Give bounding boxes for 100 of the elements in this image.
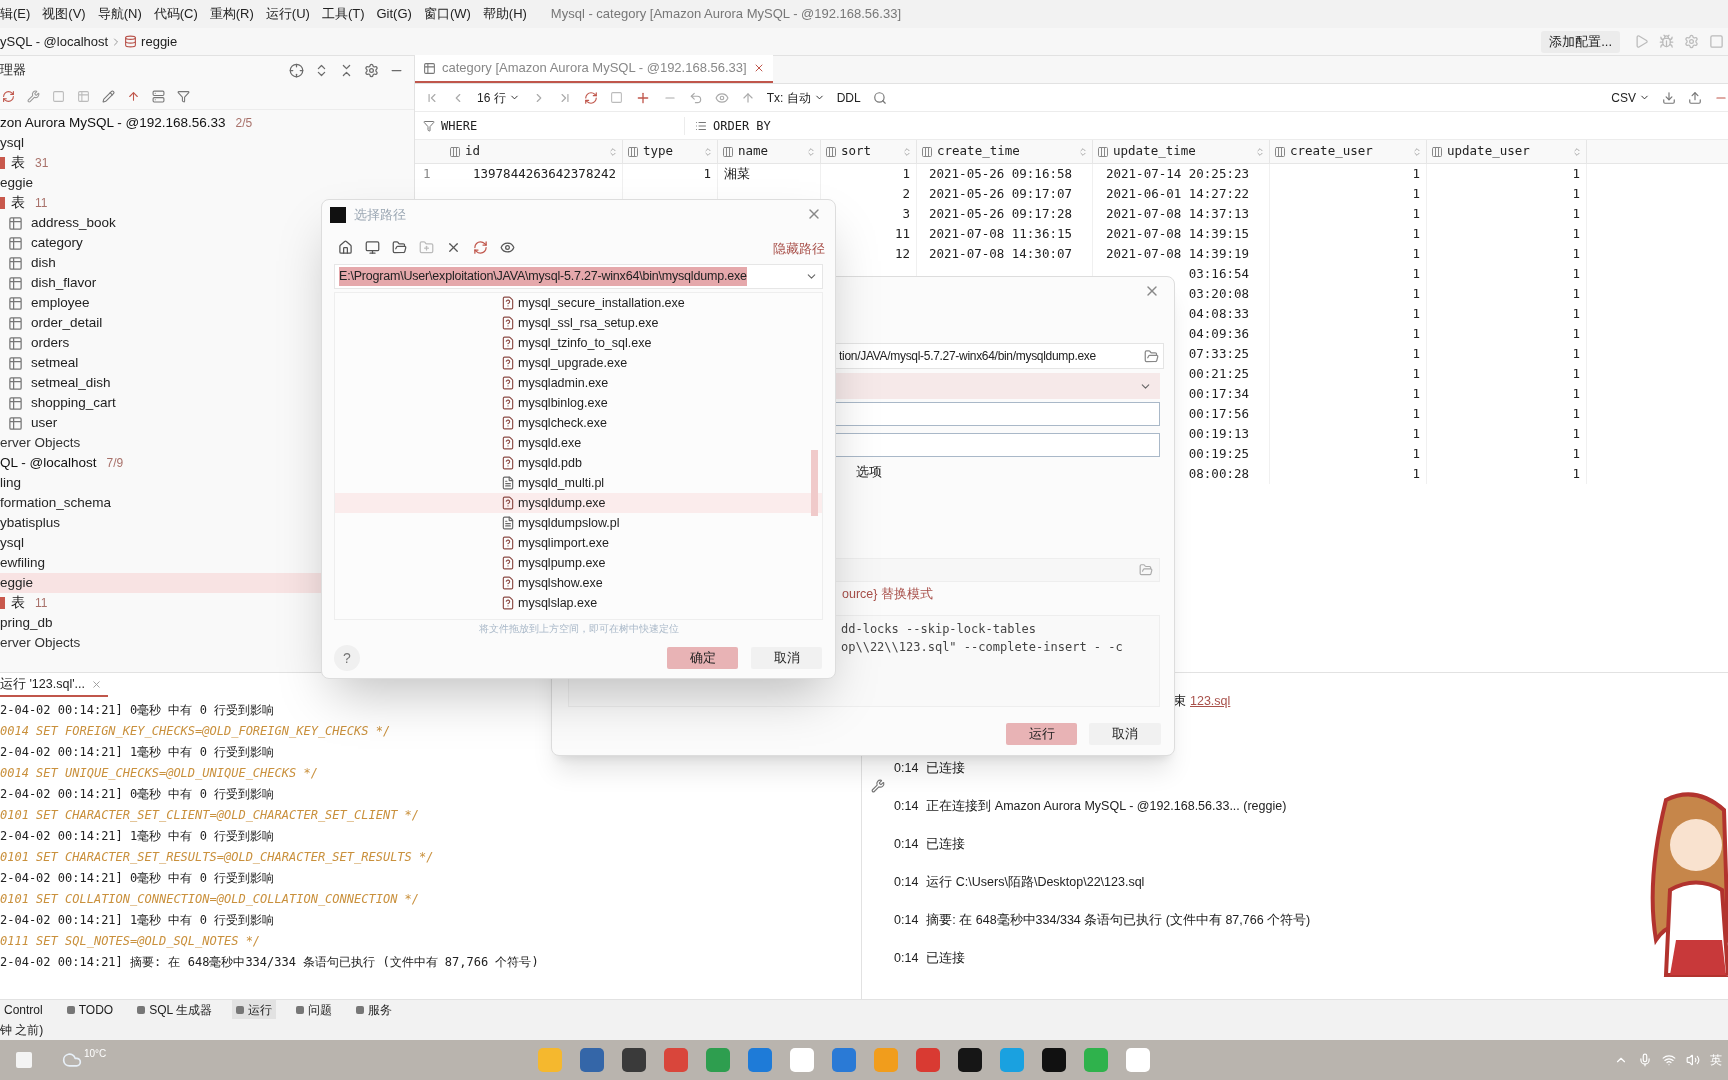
column-header[interactable]: update_user [1427, 139, 1587, 164]
refresh-icon[interactable] [583, 90, 598, 105]
wrench-icon[interactable] [871, 779, 885, 793]
settings-icon[interactable] [364, 62, 379, 78]
app-icon[interactable] [622, 1048, 647, 1072]
tool-window-tab[interactable]: 运行 [232, 999, 277, 1020]
file-item[interactable]: mysqld_multi.pl [335, 473, 822, 493]
file-item[interactable]: mysqld.exe [335, 433, 822, 453]
tool-window-tab[interactable]: 问题 [292, 999, 337, 1020]
new-folder-icon[interactable] [419, 240, 434, 255]
menu-item[interactable]: 工具(T) [321, 4, 365, 24]
run-config-button[interactable]: 添加配置... [1541, 30, 1620, 53]
undo-icon[interactable] [688, 90, 703, 105]
debug-icon[interactable] [1659, 34, 1674, 49]
table-cell-text: 2021-07-08 14:39:15 [1106, 224, 1249, 243]
start-icon[interactable] [16, 1052, 32, 1068]
tool-window-tab[interactable]: TODO [62, 999, 118, 1020]
editor-tab[interactable]: category [Amazon Aurora MySQL - @192.168.56.33] [415, 55, 773, 83]
file-item[interactable]: mysqlimport.exe [335, 533, 822, 553]
file-item[interactable]: mysqld.pdb [335, 453, 822, 473]
stop-icon[interactable] [52, 90, 65, 103]
run-button[interactable]: 运行 [1006, 723, 1077, 745]
microphone-icon[interactable] [1638, 1053, 1652, 1067]
menu-item[interactable]: 导航(N) [97, 4, 142, 24]
download-icon[interactable] [1662, 90, 1676, 105]
app-icon[interactable] [958, 1048, 983, 1072]
locate-icon[interactable] [289, 62, 304, 78]
run-icon[interactable] [1634, 34, 1649, 49]
tree-item[interactable]: 表 31 [0, 153, 414, 173]
refresh-icon[interactable] [2, 90, 15, 103]
text-file-icon [501, 516, 515, 530]
table-icon [8, 275, 23, 291]
menu-item[interactable]: 视图(V) [42, 4, 86, 24]
menu-item[interactable]: 辑(E) [0, 4, 31, 24]
menu-item[interactable]: 代码(C) [153, 4, 198, 24]
row-count-dropdown[interactable]: 16 行 [477, 88, 520, 107]
weather-icon[interactable] [62, 1050, 82, 1070]
monitor-icon[interactable] [365, 240, 380, 255]
table-cell-text: 1397844263642378242 [473, 164, 616, 183]
help-button[interactable]: ? [334, 645, 360, 671]
cancel-button[interactable]: 取消 [751, 647, 822, 669]
file-item[interactable]: mysqlpump.exe [335, 553, 822, 573]
stop-icon[interactable] [609, 91, 623, 104]
column-header[interactable]: create_time [917, 139, 1093, 164]
delete-icon[interactable] [446, 240, 461, 255]
hide-path-link[interactable]: 隐藏路径 [773, 240, 825, 259]
command-line: dd-locks --skip-lock-tables [841, 621, 1038, 638]
menu-item[interactable]: 窗口(W) [423, 4, 471, 24]
refresh-icon[interactable] [473, 240, 488, 255]
cancel-button[interactable]: 取消 [1089, 723, 1161, 745]
preview-icon[interactable] [714, 90, 729, 105]
tree-item[interactable]: category [0, 233, 414, 253]
upload-icon[interactable] [1688, 90, 1702, 105]
search-icon[interactable] [872, 90, 887, 105]
wrench-icon[interactable] [27, 90, 40, 103]
column-header[interactable]: update_time [1093, 139, 1270, 164]
stop-icon[interactable] [1709, 34, 1724, 49]
column-header[interactable]: id [445, 139, 623, 164]
tool-window-tab[interactable]: Control [0, 999, 47, 1020]
menu-item[interactable]: 运行(U) [265, 4, 310, 24]
export-format-dropdown[interactable]: CSV [1611, 88, 1650, 107]
column-header[interactable]: name [718, 139, 821, 164]
table-cell-text: 2021-07-14 20:25:23 [1106, 164, 1249, 183]
breadcrumb-item[interactable]: reggie [141, 31, 178, 52]
jump-icon[interactable] [127, 90, 140, 103]
ok-button[interactable]: 确定 [667, 647, 738, 669]
tree-item[interactable]: zon Aurora MySQL - @192.168.56.33 2/5 [0, 113, 414, 133]
file-item[interactable]: mysqldump.exe [335, 493, 822, 513]
tool-window-tab[interactable]: 服务 [352, 999, 397, 1020]
app-icon[interactable] [1042, 1048, 1067, 1072]
file-item[interactable]: mysqldumpslow.pl [335, 513, 822, 533]
console-icon[interactable] [152, 90, 165, 103]
volume-icon[interactable] [1686, 1053, 1700, 1067]
where-field[interactable]: WHERE [441, 116, 478, 135]
column-header[interactable]: type [623, 139, 718, 164]
column-header[interactable]: sort [821, 139, 917, 164]
filter-icon[interactable] [177, 90, 190, 103]
log-message: 正在连接到 Amazon Aurora MySQL - @192.168.56.33... (reggie) [926, 797, 1287, 815]
wifi-icon[interactable] [1662, 1053, 1676, 1067]
close-icon[interactable] [91, 678, 102, 690]
show-hidden-icon[interactable] [500, 240, 515, 255]
menu-item[interactable]: 重构(R) [209, 4, 254, 24]
menu-item[interactable]: Git(G) [376, 4, 412, 24]
file-link[interactable]: 123.sql [1190, 691, 1231, 711]
edit-icon[interactable] [102, 90, 115, 103]
home-icon[interactable] [338, 240, 353, 255]
transaction-dropdown[interactable]: Tx: 自动 [766, 88, 825, 107]
column-header[interactable]: create_user [1270, 139, 1427, 164]
tree-item[interactable]: ysql [0, 133, 414, 153]
path-field[interactable]: E:\Program\User\exploitation\JAVA\mysql-5.7.27-winx64\bin\mysqldump.exe [334, 264, 823, 289]
tool-window-tab[interactable]: SQL 生成器 [133, 999, 217, 1020]
table-icon[interactable] [77, 90, 90, 103]
run-tab[interactable]: 运行 '123.sql'... [0, 673, 108, 697]
table-cell-text: 1 [1572, 424, 1580, 443]
tree-item[interactable]: eggie [0, 173, 414, 193]
menu-item[interactable]: 帮助(H) [482, 4, 527, 24]
submit-icon[interactable] [740, 90, 755, 105]
order-by-field[interactable]: ORDER BY [713, 116, 771, 135]
breadcrumb-item[interactable]: ySQL - @localhost [0, 31, 109, 52]
ddl-button[interactable]: DDL [836, 88, 861, 107]
